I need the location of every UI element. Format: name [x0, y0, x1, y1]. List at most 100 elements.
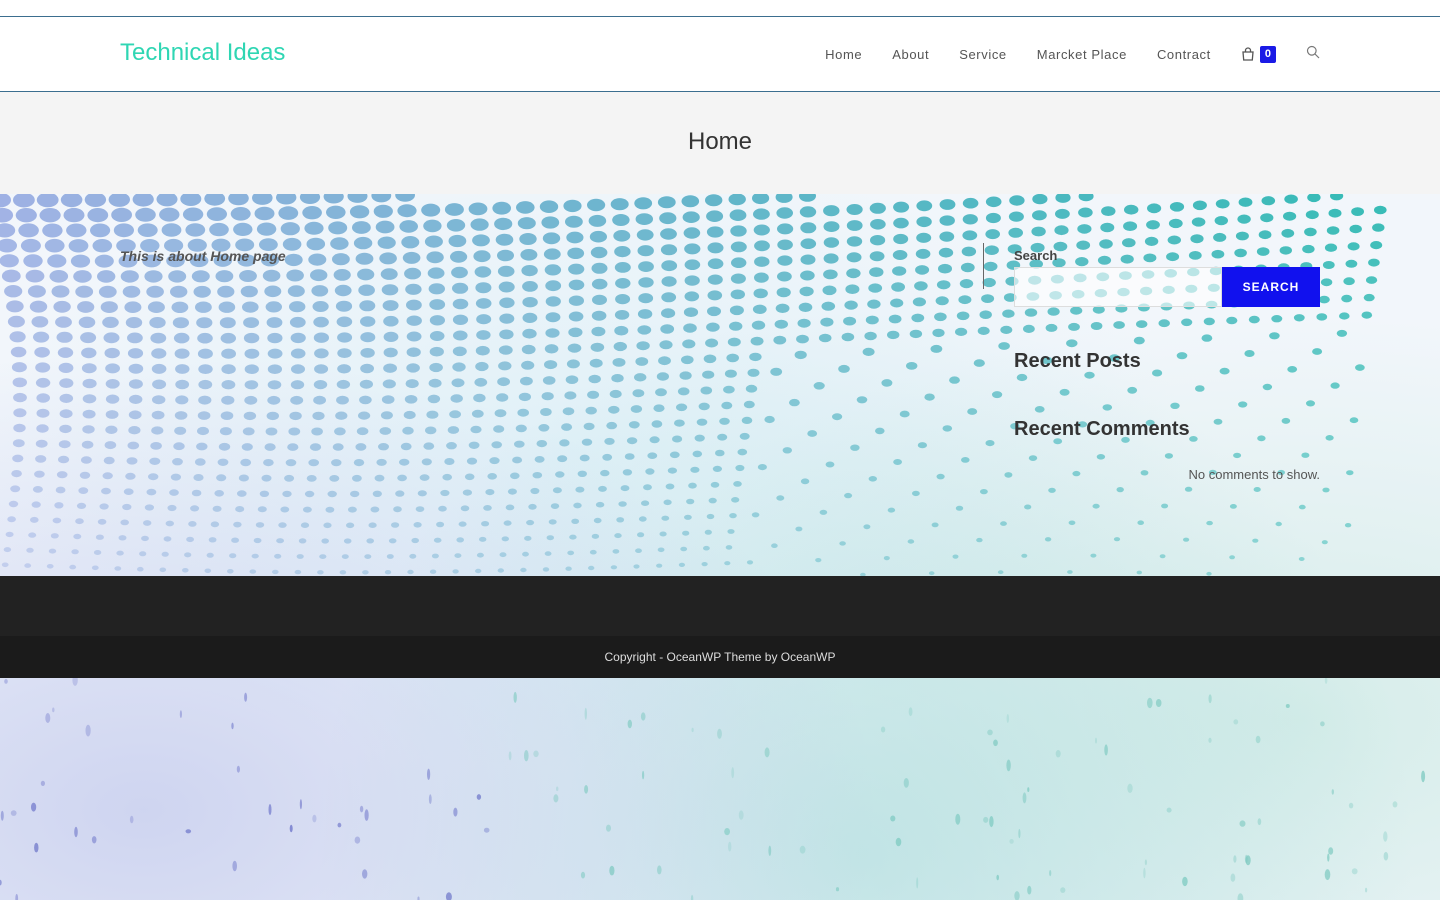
background-dot: [336, 316, 353, 328]
background-dot: [487, 473, 498, 480]
background-dot: [491, 441, 503, 449]
background-dot: [846, 220, 863, 231]
background-dot: [492, 201, 512, 215]
nav-item-contract[interactable]: Contract: [1157, 47, 1211, 62]
background-dot: [170, 285, 188, 298]
background-dot: [97, 518, 107, 525]
background-dot: [220, 411, 234, 421]
background-dot: [528, 503, 537, 510]
background-dot: [1008, 211, 1024, 222]
background-dot: [752, 192, 770, 205]
background-dot: [606, 824, 611, 832]
search-input[interactable]: [1014, 267, 1222, 307]
background-dot: [798, 302, 813, 312]
background-dot: [243, 332, 260, 344]
site-header: Technical Ideas Home About Service Marck…: [0, 17, 1440, 92]
background-dot: [415, 506, 425, 512]
background-dot: [267, 380, 282, 390]
background-dot: [198, 395, 212, 405]
background-dot: [501, 536, 509, 542]
page-title: Home: [687, 128, 753, 155]
background-dot: [352, 474, 362, 482]
background-dot: [701, 562, 708, 567]
background-dot: [800, 270, 815, 281]
background-dot: [456, 537, 465, 543]
background-dot: [519, 233, 537, 245]
background-dot: [159, 567, 167, 573]
background-dot: [916, 200, 933, 212]
background-dot: [91, 836, 97, 844]
background-dot: [313, 380, 328, 390]
background-dot: [167, 504, 177, 512]
background-dot: [1293, 314, 1305, 322]
background-dot: [172, 458, 183, 466]
background-dot: [470, 218, 489, 231]
background-dot: [1032, 210, 1047, 221]
background-dot: [908, 707, 913, 717]
background-dot: [59, 409, 73, 419]
background-dot: [1368, 258, 1380, 267]
background-dot: [10, 485, 21, 493]
nav-item-home[interactable]: Home: [825, 47, 862, 62]
background-dot: [150, 332, 167, 344]
background-dot: [161, 223, 182, 237]
background-dot: [485, 489, 495, 496]
background-dot: [1009, 839, 1014, 844]
background-dot: [1072, 470, 1081, 477]
background-dot: [197, 411, 211, 420]
background-dot: [409, 553, 417, 559]
background-dot: [15, 893, 19, 900]
background-dot: [172, 317, 189, 329]
background-dot: [567, 550, 575, 556]
background-dot: [651, 420, 663, 428]
background-dot: [868, 283, 883, 293]
background-dot: [1235, 231, 1249, 241]
background-dot: [1164, 453, 1173, 459]
background-dot: [1304, 227, 1317, 237]
background-dot: [984, 245, 999, 255]
background-dot: [797, 318, 811, 328]
background-dot: [557, 455, 568, 463]
background-dot: [114, 566, 122, 571]
background-dot: [476, 330, 491, 340]
background-dot: [985, 196, 1002, 208]
background-dot: [286, 269, 304, 282]
background-dot: [723, 385, 735, 394]
background-dot: [359, 300, 376, 312]
background-dot: [350, 490, 360, 498]
background-dot: [425, 426, 437, 435]
background-dot: [146, 488, 157, 496]
background-dot: [27, 285, 46, 298]
search-button[interactable]: SEARCH: [1222, 267, 1320, 307]
background-dot: [7, 516, 16, 523]
search-toggle-button[interactable]: [1306, 45, 1320, 64]
background-dot: [715, 449, 725, 457]
background-dot: [633, 564, 640, 569]
nav-item-service[interactable]: Service: [959, 47, 1007, 62]
background-dot: [82, 394, 97, 404]
background-dot: [731, 257, 747, 269]
background-dot: [128, 379, 143, 389]
background-dot: [312, 814, 317, 823]
nav-item-marcket-place[interactable]: Marcket Place: [1037, 47, 1127, 62]
background-dot: [638, 261, 654, 272]
search-form: SEARCH: [1014, 267, 1320, 307]
background-dot: [835, 887, 840, 892]
background-dot: [987, 729, 993, 736]
background-dot: [539, 200, 559, 213]
background-dot: [868, 476, 877, 482]
background-dot: [97, 270, 116, 283]
background-dot: [707, 242, 724, 254]
cart-button[interactable]: 0: [1241, 45, 1276, 63]
site-title-link[interactable]: Technical Ideas: [120, 39, 285, 67]
background-dot: [498, 345, 513, 355]
background-dot: [105, 394, 120, 404]
background-dot: [888, 314, 902, 324]
background-dot: [717, 728, 722, 739]
background-dot: [1113, 321, 1125, 329]
background-dot: [688, 482, 697, 489]
background-dot: [417, 896, 420, 900]
nav-item-about[interactable]: About: [892, 47, 929, 62]
background-dot: [635, 548, 642, 553]
background-dot: [641, 500, 650, 507]
